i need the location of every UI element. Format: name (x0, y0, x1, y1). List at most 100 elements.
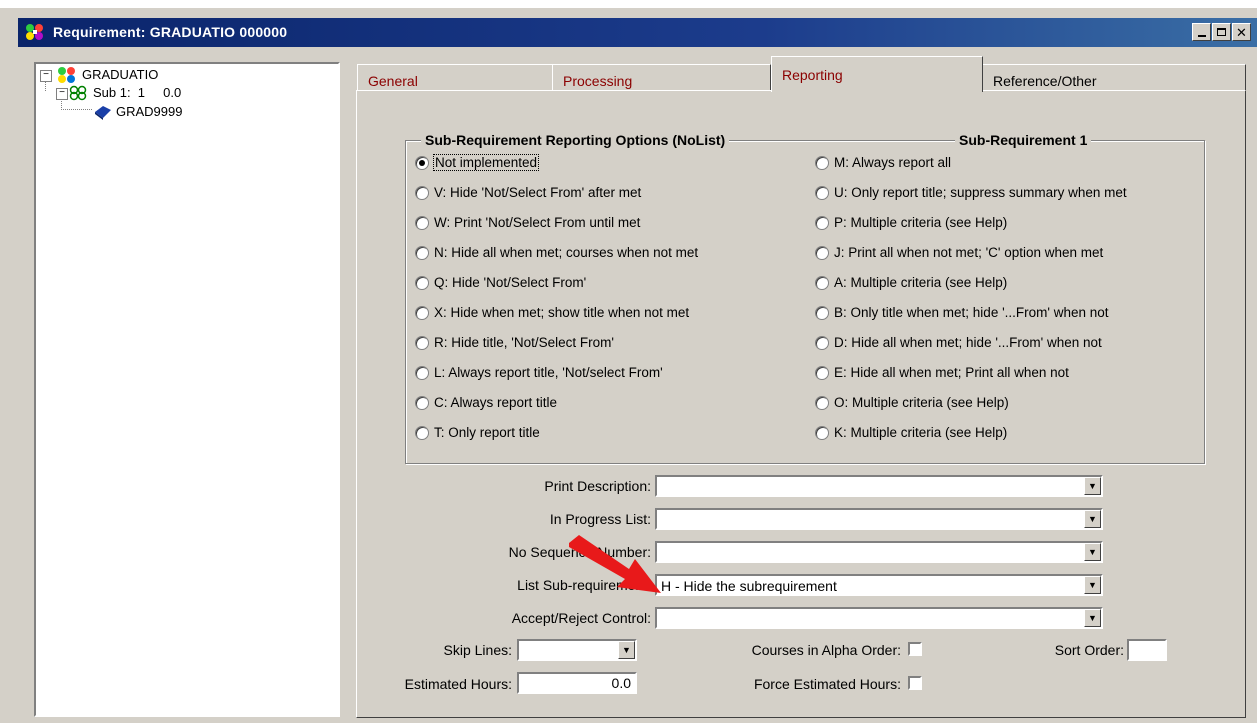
active-tab-joiner (772, 88, 981, 92)
group-title: Sub-Requirement Reporting Options (NoLis… (421, 132, 730, 148)
sort-order-label: Sort Order: (1054, 642, 1124, 658)
radio-option[interactable]: J: Print all when not met; 'C' option wh… (815, 245, 1103, 260)
minimize-icon (1197, 35, 1206, 37)
tree-sub-label[interactable]: Sub 1: 1 0.0 (93, 85, 181, 100)
maximize-icon (1217, 28, 1226, 36)
title-bar[interactable]: Requirement: GRADUATIO 000000 ✕ (18, 18, 1257, 47)
radio-unselected-icon[interactable] (815, 215, 829, 230)
radio-option-label: Not implemented (432, 154, 540, 171)
radio-unselected-icon[interactable] (415, 395, 429, 410)
requirement-app-icon (26, 24, 43, 40)
chevron-down-icon[interactable]: ▼ (1084, 510, 1101, 528)
radio-unselected-icon[interactable] (415, 365, 429, 380)
radio-option-label: L: Always report title, 'Not/select From… (434, 365, 663, 380)
radio-option[interactable]: C: Always report title (415, 395, 557, 410)
tree-connector (61, 99, 92, 110)
radio-unselected-icon[interactable] (815, 395, 829, 410)
radio-unselected-icon[interactable] (415, 215, 429, 230)
radio-unselected-icon[interactable] (815, 155, 829, 170)
tab-general-label: General (368, 73, 418, 89)
radio-option[interactable]: V: Hide 'Not/Select From' after met (415, 185, 641, 200)
radio-unselected-icon[interactable] (415, 305, 429, 320)
radio-unselected-icon[interactable] (415, 185, 429, 200)
minimize-button[interactable] (1192, 23, 1211, 41)
radio-unselected-icon[interactable] (415, 245, 429, 260)
tree-leaf-label[interactable]: GRAD9999 (116, 104, 182, 119)
chevron-down-icon[interactable]: ▼ (1084, 576, 1101, 594)
no-sequence-number-combo[interactable]: ▼ (655, 541, 1103, 563)
radio-unselected-icon[interactable] (415, 425, 429, 440)
tab-reporting-label: Reporting (782, 67, 843, 83)
radio-unselected-icon[interactable] (815, 275, 829, 290)
radio-unselected-icon[interactable] (815, 425, 829, 440)
radio-unselected-icon[interactable] (815, 335, 829, 350)
requirement-tree[interactable]: − GRADUATIO − Sub 1: 1 0.0 GRAD9999 (34, 62, 340, 717)
skip-lines-label: Skip Lines: (443, 642, 512, 658)
accept-reject-control-combo[interactable]: ▼ (655, 607, 1103, 629)
radio-option-label: X: Hide when met; show title when not me… (434, 305, 690, 320)
skip-lines-combo[interactable]: ▼ (517, 639, 637, 661)
courses-alpha-order-label: Courses in Alpha Order: (751, 642, 901, 658)
courses-alpha-order-checkbox[interactable] (908, 642, 922, 656)
reporting-options-group: Sub-Requirement Reporting Options (NoLis… (405, 132, 1205, 464)
tree-root-label[interactable]: GRADUATIO (82, 67, 158, 82)
radio-option[interactable]: M: Always report all (815, 155, 951, 170)
radio-unselected-icon[interactable] (415, 335, 429, 350)
accept-reject-control-label: Accept/Reject Control: (511, 610, 651, 626)
radio-option-label: J: Print all when not met; 'C' option wh… (834, 245, 1104, 260)
radio-option-label: A: Multiple criteria (see Help) (834, 275, 1008, 290)
force-estimated-hours-label: Force Estimated Hours: (753, 676, 901, 692)
radio-option[interactable]: O: Multiple criteria (see Help) (815, 395, 1009, 410)
radio-option-label: D: Hide all when met; hide '...From' whe… (834, 335, 1102, 350)
in-progress-list-combo[interactable]: ▼ (655, 508, 1103, 530)
group-subtitle: Sub-Requirement 1 (955, 132, 1092, 148)
radio-option[interactable]: N: Hide all when met; courses when not m… (415, 245, 698, 260)
sort-order-input[interactable] (1127, 639, 1167, 661)
chevron-down-icon[interactable]: ▼ (1084, 477, 1101, 495)
radio-option-label: M: Always report all (834, 155, 952, 170)
radio-option[interactable]: Q: Hide 'Not/Select From' (415, 275, 586, 290)
list-subrequirement-combo[interactable]: H - Hide the subrequirement ▼ (655, 574, 1103, 596)
print-description-combo[interactable]: ▼ (655, 475, 1103, 497)
radio-option-label: P: Multiple criteria (see Help) (834, 215, 1008, 230)
radio-option[interactable]: P: Multiple criteria (see Help) (815, 215, 1007, 230)
tab-reporting[interactable]: Reporting (771, 56, 983, 92)
radio-option-label: V: Hide 'Not/Select From' after met (434, 185, 642, 200)
radio-selected-icon[interactable] (415, 155, 429, 170)
radio-option[interactable]: X: Hide when met; show title when not me… (415, 305, 689, 320)
requirement-node-icon (58, 67, 75, 83)
list-subrequirement-value: H - Hide the subrequirement (661, 578, 837, 594)
radio-unselected-icon[interactable] (415, 275, 429, 290)
radio-option-label: U: Only report title; suppress summary w… (834, 185, 1127, 200)
radio-unselected-icon[interactable] (815, 305, 829, 320)
radio-option[interactable]: A: Multiple criteria (see Help) (815, 275, 1007, 290)
radio-option-label: K: Multiple criteria (see Help) (834, 425, 1008, 440)
radio-option-label: W: Print 'Not/Select From until met (434, 215, 641, 230)
chevron-down-icon[interactable]: ▼ (1084, 543, 1101, 561)
radio-option[interactable]: U: Only report title; suppress summary w… (815, 185, 1127, 200)
radio-option[interactable]: Not implemented (415, 154, 540, 171)
radio-option-label: E: Hide all when met; Print all when not (834, 365, 1069, 380)
radio-option-label: T: Only report title (434, 425, 540, 440)
requirement-window: Requirement: GRADUATIO 000000 ✕ − GRADUA… (0, 8, 1257, 723)
chevron-down-icon[interactable]: ▼ (1084, 609, 1101, 627)
close-button[interactable]: ✕ (1232, 23, 1251, 41)
radio-option[interactable]: W: Print 'Not/Select From until met (415, 215, 640, 230)
radio-option[interactable]: K: Multiple criteria (see Help) (815, 425, 1007, 440)
force-estimated-hours-checkbox[interactable] (908, 676, 922, 690)
radio-option[interactable]: R: Hide title, 'Not/Select From' (415, 335, 614, 350)
radio-unselected-icon[interactable] (815, 245, 829, 260)
radio-option[interactable]: T: Only report title (415, 425, 540, 440)
radio-unselected-icon[interactable] (815, 185, 829, 200)
tab-reference-other-label: Reference/Other (993, 73, 1097, 89)
chevron-down-icon[interactable]: ▼ (618, 641, 635, 659)
radio-option-label: Q: Hide 'Not/Select From' (434, 275, 587, 290)
maximize-button[interactable] (1212, 23, 1231, 41)
radio-option[interactable]: L: Always report title, 'Not/select From… (415, 365, 663, 380)
radio-option[interactable]: B: Only title when met; hide '...From' w… (815, 305, 1109, 320)
radio-option[interactable]: E: Hide all when met; Print all when not (815, 365, 1069, 380)
radio-unselected-icon[interactable] (815, 365, 829, 380)
estimated-hours-input[interactable]: 0.0 (517, 672, 637, 694)
print-description-label: Print Description: (544, 478, 651, 494)
radio-option[interactable]: D: Hide all when met; hide '...From' whe… (815, 335, 1102, 350)
